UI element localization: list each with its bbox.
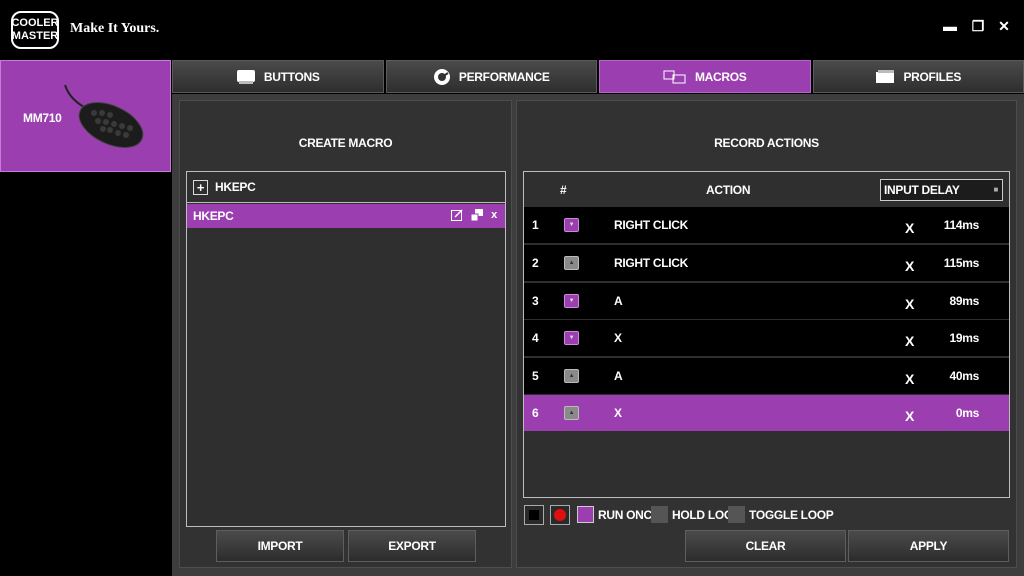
gauge-icon [433, 68, 450, 85]
row-action: RIGHT CLICK [614, 256, 689, 270]
row-number: 6 [532, 406, 539, 420]
tab-buttons-label: BUTTONS [263, 69, 320, 84]
keyboard-icon [236, 69, 255, 84]
key-down-icon[interactable]: ▼ [564, 218, 579, 232]
hold-loop-checkbox[interactable] [651, 506, 668, 523]
tab-profiles[interactable]: PROFILES [812, 60, 1024, 93]
input-delay-label: INPUT DELAY [884, 183, 960, 197]
toggle-loop-label: TOGGLE LOOP [749, 508, 834, 522]
col-action: ACTION [706, 183, 751, 197]
remove-action-icon[interactable]: X [905, 258, 914, 274]
tab-macros[interactable]: MACROS [599, 60, 811, 93]
maximize-icon[interactable]: ❐ [968, 18, 988, 35]
macro-icon [663, 70, 686, 83]
tab-profiles-label: PROFILES [903, 69, 962, 84]
row-number: 1 [532, 218, 539, 232]
key-down-icon[interactable]: ▼ [564, 331, 579, 345]
table-row[interactable]: 2 ▲ RIGHT CLICK X 115ms [524, 245, 1009, 281]
col-number: # [560, 183, 567, 197]
record-button[interactable] [550, 505, 570, 525]
row-action: RIGHT CLICK [614, 218, 689, 232]
minimize-icon[interactable]: ▬ [940, 18, 960, 34]
row-delay[interactable]: 89ms [950, 294, 980, 308]
stop-button[interactable] [524, 505, 544, 525]
record-icon [554, 509, 566, 521]
row-delay[interactable]: 19ms [950, 331, 980, 345]
row-action: A [614, 369, 623, 383]
input-delay-select[interactable]: INPUT DELAY ■ [880, 179, 1003, 201]
macro-header-name: HKEPC [215, 180, 256, 194]
delete-icon[interactable]: x [491, 209, 497, 221]
remove-action-icon[interactable]: X [905, 333, 914, 349]
cooler-master-logo: COOLER MASTER [11, 11, 59, 49]
close-icon[interactable]: ✕ [994, 18, 1014, 35]
tab-macros-label: MACROS [694, 69, 747, 84]
key-up-icon[interactable]: ▲ [564, 369, 579, 383]
row-number: 4 [532, 331, 539, 345]
macro-item-name: HKEPC [193, 209, 234, 223]
export-button[interactable]: EXPORT [348, 530, 476, 562]
macro-item[interactable]: HKEPC x [187, 204, 505, 228]
record-table-header: # ACTION INPUT DELAY ■ [524, 172, 1009, 205]
edit-icon[interactable] [451, 209, 463, 221]
record-actions-title: RECORD ACTIONS [714, 136, 819, 150]
apply-button[interactable]: APPLY [848, 530, 1009, 562]
remove-action-icon[interactable]: X [905, 371, 914, 387]
tagline: Make It Yours. [70, 21, 160, 36]
row-action: X [614, 331, 622, 345]
run-once-checkbox[interactable] [577, 506, 594, 523]
title-bar: COOLER MASTER Make It Yours. ▬ ❐ ✕ [0, 0, 1024, 60]
row-number: 5 [532, 369, 539, 383]
logo-line-2: MASTER [11, 30, 59, 42]
table-row[interactable]: 6 ▲ X X 0ms [524, 395, 1009, 431]
plus-icon[interactable]: + [193, 179, 208, 195]
add-macro-row[interactable]: + HKEPC [187, 172, 505, 203]
clear-button[interactable]: CLEAR [685, 530, 846, 562]
folder-icon [876, 69, 895, 83]
tab-performance-label: PERFORMANCE [458, 69, 550, 84]
row-number: 3 [532, 294, 539, 308]
row-number: 2 [532, 256, 539, 270]
stop-icon [529, 510, 539, 520]
remove-action-icon[interactable]: X [905, 220, 914, 236]
device-tile[interactable]: MM710 [0, 60, 171, 172]
toggle-loop-checkbox[interactable] [728, 506, 745, 523]
row-action: A [614, 294, 623, 308]
table-row[interactable]: 4 ▼ X X 19ms [524, 320, 1009, 356]
record-table: # ACTION INPUT DELAY ■ 1 ▼ RIGHT CLICK X 114… [523, 171, 1010, 498]
create-macro-title: CREATE MACRO [298, 136, 393, 150]
chevron-down-icon: ■ [993, 185, 998, 194]
row-delay[interactable]: 40ms [950, 369, 980, 383]
mouse-icon [64, 84, 144, 148]
row-delay[interactable]: 0ms [956, 406, 979, 420]
macro-list: + HKEPC HKEPC x [186, 171, 506, 527]
logo-line-1: COOLER [11, 17, 59, 29]
row-delay[interactable]: 114ms [944, 218, 980, 232]
key-up-icon[interactable]: ▲ [564, 406, 579, 420]
tab-bar: BUTTONS PERFORMANCE MACROS PROFILES [172, 60, 1024, 93]
row-action: X [614, 406, 622, 420]
row-delay[interactable]: 115ms [944, 256, 980, 270]
table-row[interactable]: 3 ▼ A X 89ms [524, 283, 1009, 319]
device-name: MM710 [23, 111, 62, 125]
tab-performance[interactable]: PERFORMANCE [385, 60, 597, 93]
key-down-icon[interactable]: ▼ [564, 294, 579, 308]
remove-action-icon[interactable]: X [905, 408, 914, 424]
table-row[interactable]: 1 ▼ RIGHT CLICK X 114ms [524, 207, 1009, 243]
remove-action-icon[interactable]: X [905, 296, 914, 312]
table-row[interactable]: 5 ▲ A X 40ms [524, 358, 1009, 394]
key-up-icon[interactable]: ▲ [564, 256, 579, 270]
duplicate-icon[interactable] [471, 209, 484, 221]
tab-buttons[interactable]: BUTTONS [172, 60, 384, 93]
import-button[interactable]: IMPORT [216, 530, 344, 562]
